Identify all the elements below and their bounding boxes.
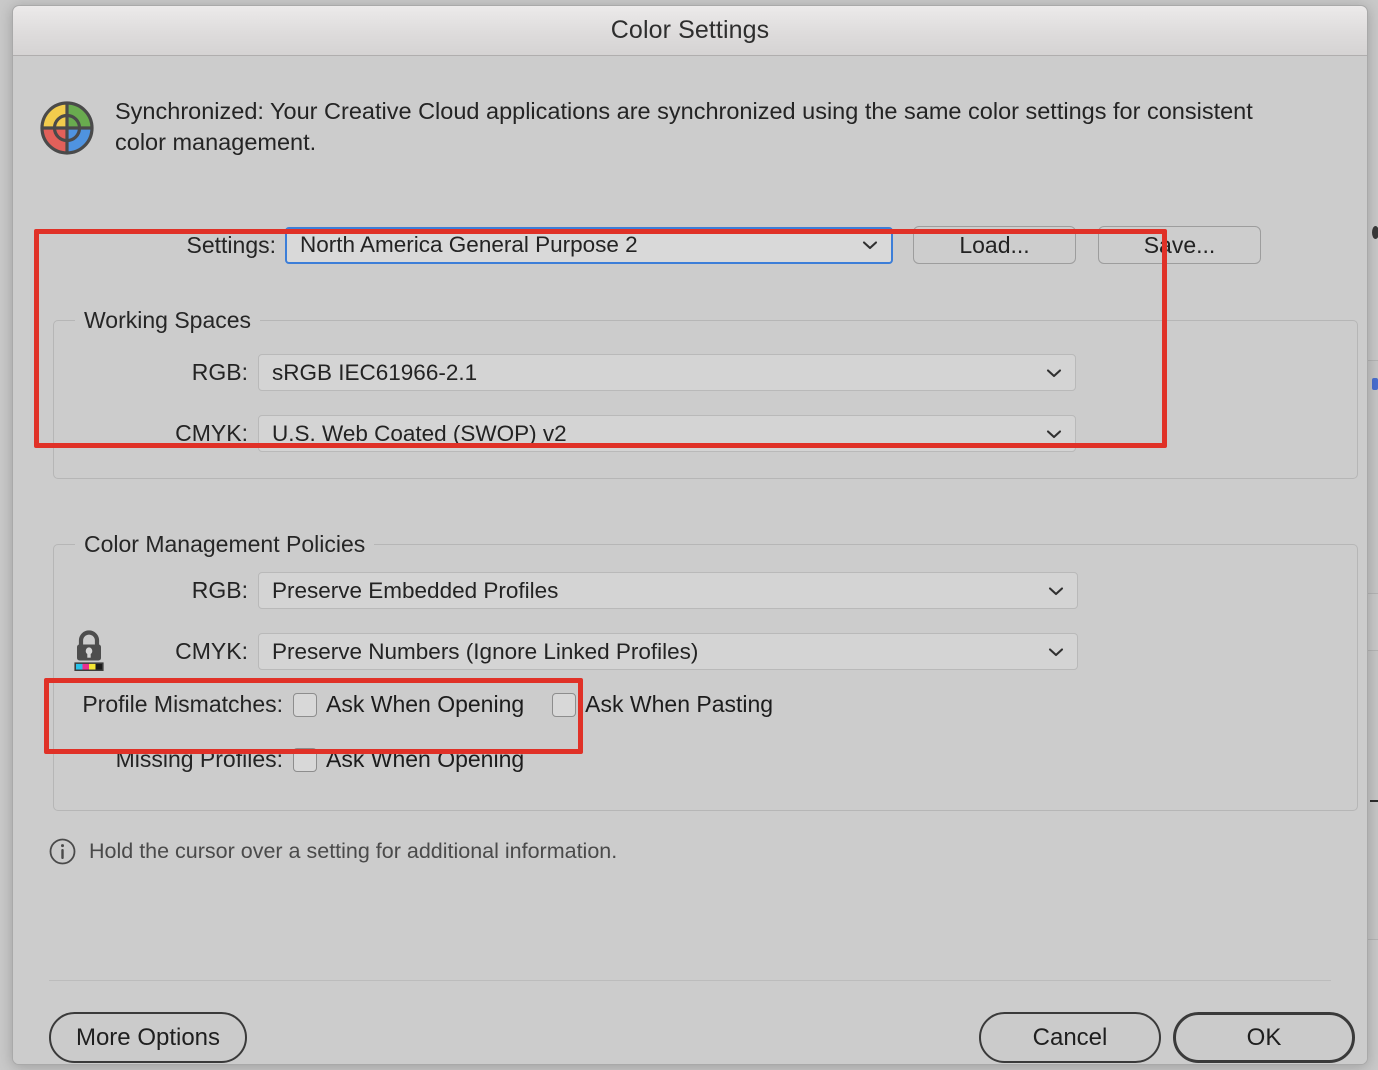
load-button[interactable]: Load...	[913, 226, 1076, 264]
dialog-body: Synchronized: Your Creative Cloud applic…	[13, 56, 1367, 1064]
working-spaces-cmyk-row: CMYK: U.S. Web Coated (SWOP) v2	[13, 415, 1367, 452]
dialog-titlebar: Color Settings	[13, 6, 1367, 56]
chevron-down-icon	[1046, 429, 1062, 438]
color-settings-dialog: Color Settings Synchronized: Your Creati…	[12, 5, 1368, 1065]
missing-profiles-ask-opening-checkbox[interactable]	[293, 747, 317, 772]
settings-row: Settings: North America General Purpose …	[13, 226, 1367, 264]
policies-cmyk-label: CMYK:	[175, 638, 248, 664]
working-spaces-rgb-dropdown[interactable]: sRGB IEC61966-2.1	[258, 354, 1076, 391]
background-chip-dark	[1372, 226, 1378, 239]
chevron-down-icon	[1048, 647, 1064, 656]
policies-cmyk-row: CMYK: Preserve Numbers (Ignore Linked Pr…	[13, 633, 1367, 670]
synchronized-message: Synchronized: Your Creative Cloud applic…	[115, 98, 1253, 155]
save-button[interactable]: Save...	[1098, 226, 1261, 264]
working-spaces-cmyk-value: U.S. Web Coated (SWOP) v2	[272, 420, 567, 446]
color-management-policies-title: Color Management Policies	[75, 531, 375, 558]
settings-preset-dropdown[interactable]: North America General Purpose 2	[285, 226, 893, 264]
background-chip-blue	[1372, 378, 1378, 390]
working-spaces-rgb-label: RGB:	[191, 359, 248, 385]
policies-cmyk-value: Preserve Numbers (Ignore Linked Profiles…	[272, 638, 699, 664]
footer-divider	[49, 980, 1331, 981]
info-hint-text: Hold the cursor over a setting for addit…	[89, 839, 618, 863]
profile-mismatches-ask-pasting-checkbox[interactable]	[552, 692, 577, 717]
policies-rgb-row: RGB: Preserve Embedded Profiles	[13, 572, 1367, 609]
profile-mismatches-ask-opening-checkbox[interactable]	[293, 692, 317, 717]
working-spaces-group: Working Spaces	[53, 307, 1358, 479]
info-hint-row: Hold the cursor over a setting for addit…	[49, 838, 617, 865]
settings-preset-value: North America General Purpose 2	[300, 232, 638, 257]
policies-rgb-label: RGB:	[191, 577, 248, 603]
working-spaces-title: Working Spaces	[75, 307, 261, 334]
more-options-button[interactable]: More Options	[49, 1012, 247, 1063]
dialog-title: Color Settings	[610, 16, 770, 44]
info-circle-icon	[49, 838, 76, 865]
ok-button[interactable]: OK	[1173, 1012, 1355, 1063]
profile-mismatches-label: Profile Mismatches:	[82, 691, 283, 717]
chevron-down-icon	[1048, 586, 1064, 595]
working-spaces-cmyk-label: CMYK:	[175, 420, 248, 446]
chevron-down-icon	[862, 241, 878, 250]
chevron-down-icon	[1046, 368, 1062, 377]
synchronized-banner: Synchronized: Your Creative Cloud applic…	[39, 96, 1317, 157]
profile-mismatches-row: Profile Mismatches: Ask When Opening Ask…	[13, 691, 1367, 718]
working-spaces-cmyk-dropdown[interactable]: U.S. Web Coated (SWOP) v2	[258, 415, 1076, 452]
cancel-button[interactable]: Cancel	[979, 1012, 1161, 1063]
policies-rgb-value: Preserve Embedded Profiles	[272, 577, 559, 603]
policies-cmyk-dropdown[interactable]: Preserve Numbers (Ignore Linked Profiles…	[258, 633, 1078, 670]
background-rule	[1370, 800, 1378, 802]
missing-profiles-ask-opening-label: Ask When Opening	[326, 746, 525, 772]
working-spaces-rgb-value: sRGB IEC61966-2.1	[272, 359, 478, 385]
working-spaces-rgb-row: RGB: sRGB IEC61966-2.1	[13, 354, 1367, 391]
settings-label: Settings:	[186, 231, 277, 258]
profile-mismatches-ask-opening-label: Ask When Opening	[326, 691, 525, 717]
profile-mismatches-ask-pasting-label: Ask When Pasting	[585, 691, 774, 717]
policies-rgb-dropdown[interactable]: Preserve Embedded Profiles	[258, 572, 1078, 609]
color-wheel-sync-icon	[40, 101, 94, 155]
missing-profiles-label: Missing Profiles:	[115, 746, 283, 772]
missing-profiles-row: Missing Profiles: Ask When Opening	[13, 746, 1367, 773]
